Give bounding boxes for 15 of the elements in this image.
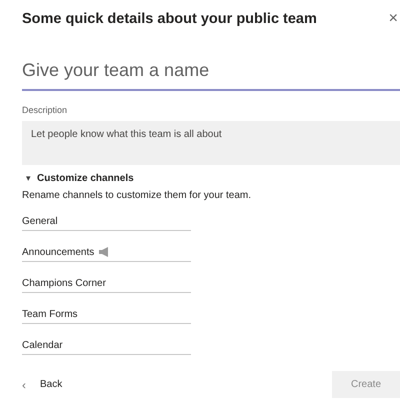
description-field[interactable]: Let people know what this team is all about bbox=[22, 121, 400, 165]
channel-name-field[interactable]: Champions Corner bbox=[22, 274, 191, 293]
section-hint: Rename channels to customize them for your team. bbox=[22, 190, 252, 201]
channel-name-field[interactable]: Announcements bbox=[22, 243, 191, 262]
channel-name-field[interactable]: General bbox=[22, 212, 191, 231]
channel-name-field[interactable]: Calendar bbox=[22, 336, 191, 355]
dialog-title: Some quick details about your public team bbox=[22, 11, 317, 27]
back-button[interactable]: ‹ Back bbox=[22, 378, 62, 392]
team-name-field[interactable]: Give your team a name bbox=[22, 56, 400, 91]
megaphone-icon bbox=[98, 247, 110, 257]
description-label: Description bbox=[22, 105, 68, 115]
close-button[interactable]: × bbox=[388, 10, 400, 28]
section-title: Customize channels bbox=[37, 172, 134, 184]
expand-toggle[interactable]: ▾ bbox=[22, 173, 37, 183]
channel-name-field[interactable]: Team Forms bbox=[22, 305, 191, 324]
